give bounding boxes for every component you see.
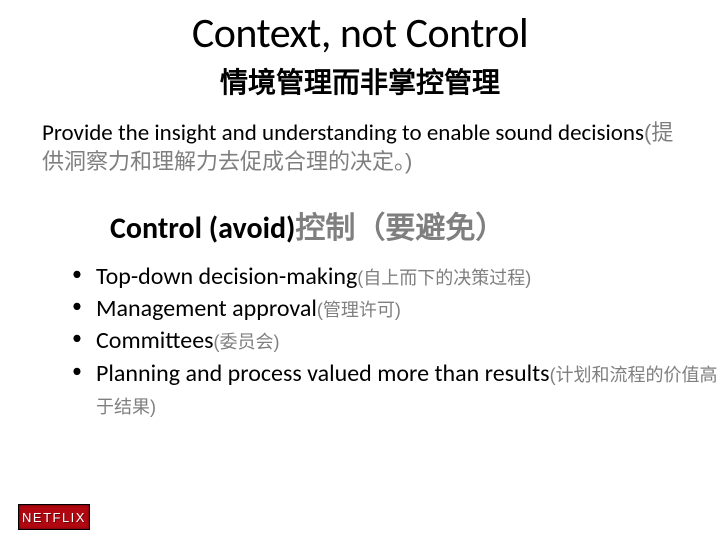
slide-title-zh: 情境管理而非掌控管理 — [0, 61, 720, 101]
list-item: Committees(委员会) — [72, 325, 720, 357]
list-item: Top-down decision-making(自上而下的决策过程) — [72, 261, 720, 293]
bullet-zh: (自上而下的决策过程) — [357, 268, 531, 288]
slide-title-en: Context, not Control — [0, 8, 720, 59]
section-en: Control (avoid) — [110, 210, 295, 247]
slide: Context, not Control 情境管理而非掌控管理 Provide … — [0, 8, 720, 422]
bullet-list: Top-down decision-making(自上而下的决策过程) Mana… — [72, 261, 720, 423]
bullet-en: Committees — [96, 326, 214, 355]
netflix-logo: NETFLIX — [18, 504, 90, 530]
slide-subtitle: Provide the insight and understanding to… — [42, 119, 690, 177]
bullet-zh: (委员会) — [214, 332, 280, 352]
subtitle-en: Provide the insight and understanding to… — [42, 119, 644, 147]
bullet-en: Top-down decision-making — [96, 262, 357, 291]
netflix-logo-text: NETFLIX — [22, 510, 86, 525]
bullet-en: Management approval — [96, 294, 317, 323]
section-heading: Control (avoid)控制（要避免） — [110, 203, 720, 247]
section-zh: 控制（要避免） — [295, 212, 505, 245]
bullet-en: Planning and process valued more than re… — [96, 359, 550, 388]
list-item: Management approval(管理许可) — [72, 293, 720, 325]
list-item: Planning and process valued more than re… — [72, 358, 720, 423]
bullet-zh: (管理许可) — [317, 300, 401, 320]
